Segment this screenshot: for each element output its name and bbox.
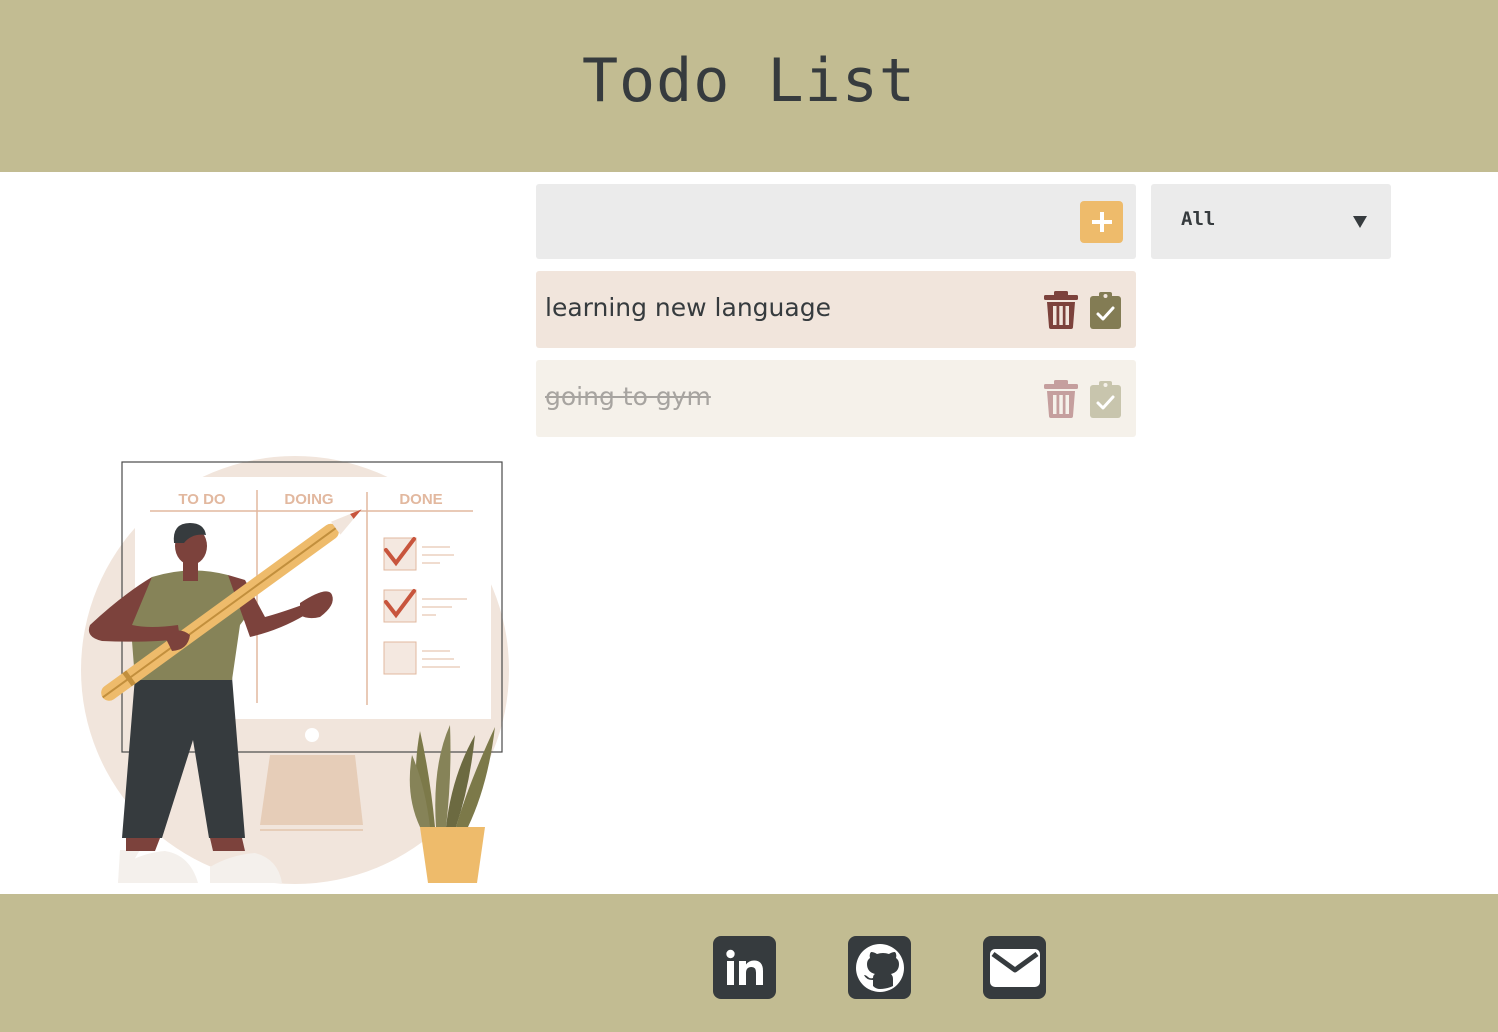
column-label-done: DONE: [399, 491, 442, 508]
page-title: Todo List: [581, 46, 917, 116]
todo-item-text: going to gym: [545, 382, 711, 411]
filter-selected-value: All: [1181, 208, 1216, 230]
column-label-doing: DOING: [284, 491, 333, 508]
linkedin-icon: [725, 949, 763, 985]
email-link[interactable]: [983, 936, 1046, 999]
github-icon: [855, 943, 904, 992]
github-link[interactable]: [848, 936, 911, 999]
clipboard-check-icon[interactable]: [1090, 380, 1121, 418]
filter-select[interactable]: All: [1151, 184, 1391, 259]
triangle-down-icon: [1353, 216, 1367, 228]
linkedin-link[interactable]: [713, 936, 776, 999]
trash-icon[interactable]: [1044, 291, 1078, 329]
todo-item-text: learning new language: [545, 293, 831, 322]
add-todo-button[interactable]: [1080, 201, 1123, 243]
trash-icon[interactable]: [1044, 380, 1078, 418]
column-label-todo: TO DO: [178, 491, 226, 508]
todo-item-completed: going to gym: [536, 360, 1136, 437]
app-header: Todo List: [0, 0, 1498, 172]
todo-item: learning new language: [536, 271, 1136, 348]
plus-icon: [1091, 212, 1112, 232]
envelope-icon: [989, 948, 1040, 987]
todo-input[interactable]: [536, 184, 1066, 259]
kanban-illustration: TO DO DOING DONE: [81, 456, 509, 884]
clipboard-check-icon[interactable]: [1090, 291, 1121, 329]
todo-input-container: [536, 184, 1136, 259]
